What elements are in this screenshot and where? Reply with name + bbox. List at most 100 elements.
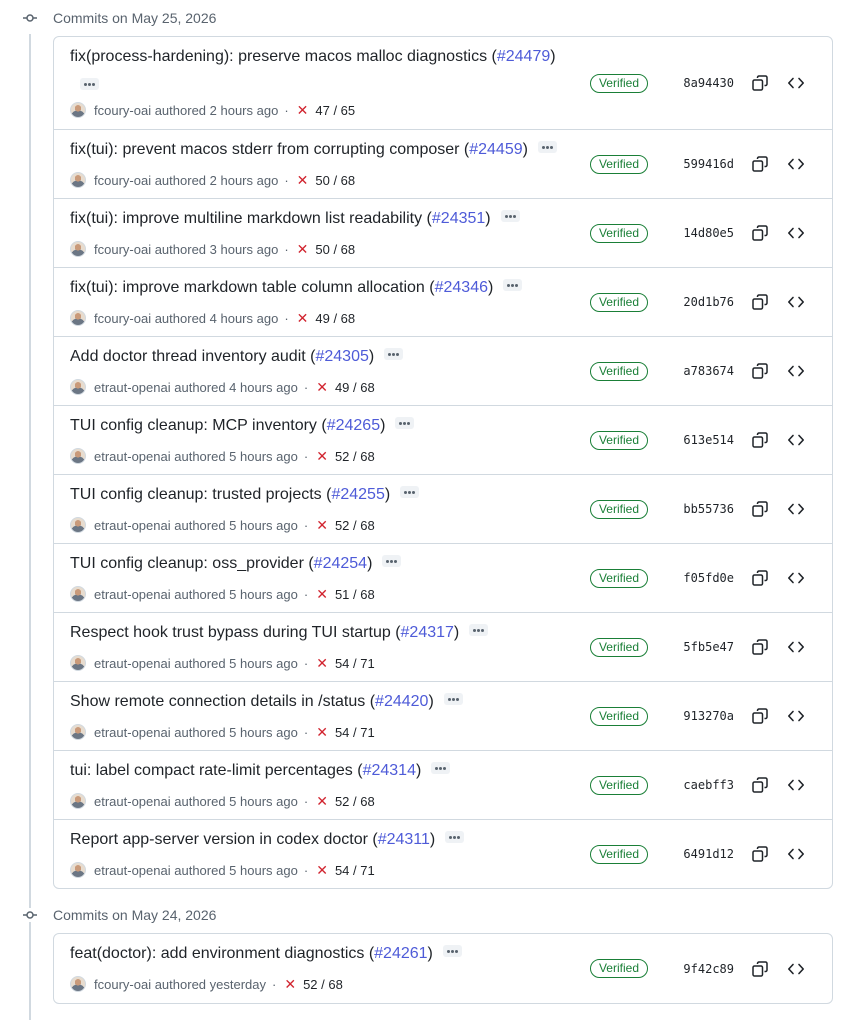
code-icon[interactable] <box>778 74 814 92</box>
commit-message-link[interactable]: fix(tui): improve multiline markdown lis… <box>70 210 432 227</box>
avatar[interactable] <box>70 102 86 118</box>
verified-badge[interactable]: Verified <box>589 568 648 588</box>
avatar[interactable] <box>70 448 86 464</box>
checks-count[interactable]: 50 / 68 <box>315 242 355 257</box>
author-link[interactable]: fcoury-oai <box>94 103 151 118</box>
commit-message-suffix[interactable]: ) <box>454 624 459 641</box>
verified-badge[interactable]: Verified <box>589 706 648 726</box>
copy-icon[interactable] <box>742 293 778 311</box>
author-link[interactable]: fcoury-oai <box>94 977 151 992</box>
verified-badge[interactable]: Verified <box>589 775 648 795</box>
ellipsis-icon[interactable] <box>445 830 465 843</box>
verified-badge[interactable]: Verified <box>589 361 648 381</box>
checks-count[interactable]: 54 / 71 <box>335 725 375 740</box>
checks-count[interactable]: 49 / 68 <box>335 380 375 395</box>
copy-icon[interactable] <box>742 155 778 173</box>
verified-badge[interactable]: Verified <box>589 499 648 519</box>
verified-badge[interactable]: Verified <box>589 154 648 174</box>
pull-request-link[interactable]: #24317 <box>401 624 454 641</box>
x-icon[interactable]: ✕ <box>316 587 328 601</box>
avatar[interactable] <box>70 862 86 878</box>
pull-request-link[interactable]: #24305 <box>315 348 368 365</box>
code-icon[interactable] <box>778 155 814 173</box>
commit-message-link[interactable]: Respect hook trust bypass during TUI sta… <box>70 624 401 641</box>
pull-request-link[interactable]: #24420 <box>375 693 428 710</box>
author-link[interactable]: etraut-openai <box>94 656 171 671</box>
pull-request-link[interactable]: #24479 <box>497 48 550 65</box>
code-icon[interactable] <box>778 776 814 794</box>
ellipsis-icon[interactable] <box>395 416 415 429</box>
x-icon[interactable]: ✕ <box>316 449 328 463</box>
avatar[interactable] <box>70 724 86 740</box>
commit-message-suffix[interactable]: ) <box>428 945 433 962</box>
author-link[interactable]: fcoury-oai <box>94 173 151 188</box>
copy-icon[interactable] <box>742 845 778 863</box>
commit-message-suffix[interactable]: ) <box>367 555 372 572</box>
avatar[interactable] <box>70 655 86 671</box>
ellipsis-icon[interactable] <box>400 485 420 498</box>
verified-badge[interactable]: Verified <box>589 430 648 450</box>
x-icon[interactable]: ✕ <box>316 380 328 394</box>
pull-request-link[interactable]: #24346 <box>435 279 488 296</box>
x-icon[interactable]: ✕ <box>297 242 309 256</box>
ellipsis-icon[interactable] <box>537 140 557 153</box>
author-link[interactable]: fcoury-oai <box>94 311 151 326</box>
x-icon[interactable]: ✕ <box>284 977 296 991</box>
commit-message-suffix[interactable]: ) <box>523 141 528 158</box>
author-link[interactable]: etraut-openai <box>94 794 171 809</box>
author-link[interactable]: etraut-openai <box>94 449 171 464</box>
commit-message-link[interactable]: fix(tui): improve markdown table column … <box>70 279 435 296</box>
commit-sha-link[interactable]: 913270a <box>648 709 734 723</box>
checks-count[interactable]: 52 / 68 <box>335 794 375 809</box>
author-link[interactable]: fcoury-oai <box>94 242 151 257</box>
copy-icon[interactable] <box>742 362 778 380</box>
code-icon[interactable] <box>778 845 814 863</box>
copy-icon[interactable] <box>742 776 778 794</box>
verified-badge[interactable]: Verified <box>589 844 648 864</box>
avatar[interactable] <box>70 172 86 188</box>
author-link[interactable]: etraut-openai <box>94 863 171 878</box>
commit-message-link[interactable]: TUI config cleanup: oss_provider ( <box>70 555 314 572</box>
pull-request-link[interactable]: #24311 <box>378 831 430 848</box>
commit-sha-link[interactable]: 6491d12 <box>648 847 734 861</box>
avatar[interactable] <box>70 379 86 395</box>
checks-count[interactable]: 49 / 68 <box>315 311 355 326</box>
checks-count[interactable]: 47 / 65 <box>315 103 355 118</box>
code-icon[interactable] <box>778 960 814 978</box>
commit-message-suffix[interactable]: ) <box>428 693 433 710</box>
checks-count[interactable]: 54 / 71 <box>335 863 375 878</box>
pull-request-link[interactable]: #24351 <box>432 210 485 227</box>
commit-sha-link[interactable]: bb55736 <box>648 502 734 516</box>
commit-message-suffix[interactable]: ) <box>416 762 421 779</box>
x-icon[interactable]: ✕ <box>297 311 309 325</box>
ellipsis-icon[interactable] <box>384 347 404 360</box>
verified-badge[interactable]: Verified <box>589 223 648 243</box>
author-link[interactable]: etraut-openai <box>94 725 171 740</box>
commit-message-link[interactable]: Add doctor thread inventory audit ( <box>70 348 315 365</box>
code-icon[interactable] <box>778 362 814 380</box>
copy-icon[interactable] <box>742 500 778 518</box>
pull-request-link[interactable]: #24265 <box>327 417 380 434</box>
copy-icon[interactable] <box>742 569 778 587</box>
pull-request-link[interactable]: #24314 <box>363 762 416 779</box>
avatar[interactable] <box>70 310 86 326</box>
verified-badge[interactable]: Verified <box>589 637 648 657</box>
avatar[interactable] <box>70 241 86 257</box>
commit-sha-link[interactable]: f05fd0e <box>648 571 734 585</box>
commit-message-link[interactable]: fix(process-hardening): preserve macos m… <box>70 48 497 65</box>
commit-sha-link[interactable]: 20d1b76 <box>648 295 734 309</box>
commit-message-suffix[interactable]: ) <box>550 48 555 65</box>
checks-count[interactable]: 52 / 68 <box>335 518 375 533</box>
copy-icon[interactable] <box>742 431 778 449</box>
pull-request-link[interactable]: #24261 <box>374 945 427 962</box>
copy-icon[interactable] <box>742 707 778 725</box>
checks-count[interactable]: 50 / 68 <box>315 173 355 188</box>
commit-message-suffix[interactable]: ) <box>380 417 385 434</box>
verified-badge[interactable]: Verified <box>589 959 648 978</box>
copy-icon[interactable] <box>742 224 778 242</box>
pull-request-link[interactable]: #24255 <box>331 486 384 503</box>
ellipsis-icon[interactable] <box>382 554 402 567</box>
commit-message-suffix[interactable]: ) <box>430 831 435 848</box>
commit-message-link[interactable]: feat(doctor): add environment diagnostic… <box>70 945 374 962</box>
ellipsis-icon[interactable] <box>443 692 463 705</box>
